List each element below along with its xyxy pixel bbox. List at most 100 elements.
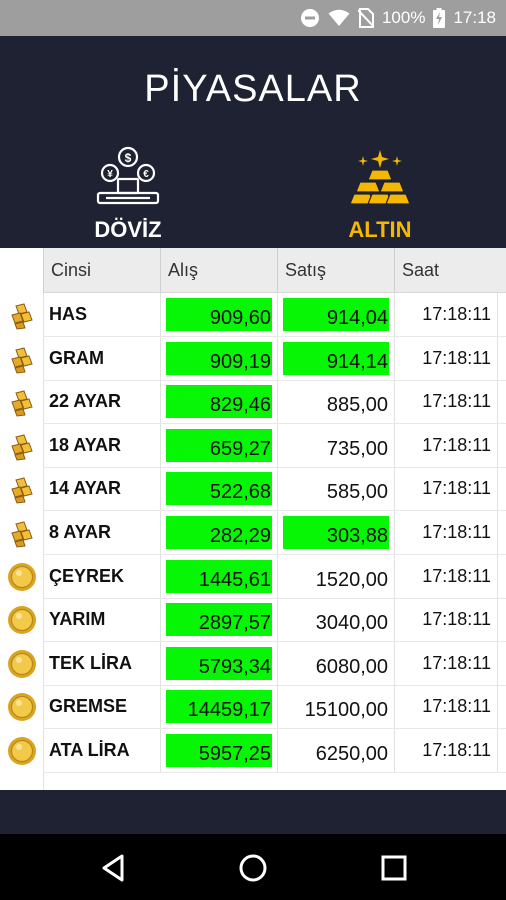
table-row[interactable]: 22 AYAR 829,46 885,00 17:18:11	[43, 380, 506, 424]
alis-value: 659,27	[166, 429, 272, 462]
satis-value: 6250,00	[315, 743, 388, 765]
saat-value: 17:18:11	[394, 467, 498, 510]
satis-value: 735,00	[326, 438, 388, 460]
alis-cell: 659,27	[160, 424, 277, 467]
gold-bar-icon	[7, 300, 37, 330]
row-name: YARIM	[49, 609, 106, 629]
table-row[interactable]: YARIM 2897,57 3040,00 17:18:11	[43, 598, 506, 642]
satis-cell: 3040,00	[277, 598, 394, 641]
saat-value: 17:18:11	[394, 729, 498, 772]
alis-value: 909,60	[166, 298, 272, 331]
row-name: 18 AYAR	[49, 435, 122, 455]
wifi-icon	[328, 9, 350, 27]
tab-doviz[interactable]: $ ¥ € DÖVİZ	[73, 146, 183, 243]
tab-doviz-label: DÖVİZ	[94, 217, 162, 242]
satis-value: 885,00	[326, 394, 388, 416]
battery-percent: 100%	[381, 8, 426, 27]
saat-value: 17:18:11	[394, 293, 498, 336]
row-name: ÇEYREK	[49, 566, 125, 586]
svg-text:$: $	[125, 151, 132, 165]
table-row[interactable]: 14 AYAR 522,68 585,00 17:18:11	[43, 467, 506, 511]
recents-icon[interactable]	[378, 852, 410, 884]
satis-cell: 15100,00	[277, 685, 394, 728]
saat-value: 17:18:11	[394, 685, 498, 728]
back-icon[interactable]	[98, 852, 130, 884]
row-name: HAS	[49, 304, 88, 324]
do-not-disturb-icon	[300, 8, 320, 28]
footer-strip	[0, 790, 506, 834]
saat-value: 17:18:11	[394, 380, 498, 423]
satis-cell: 585,00	[277, 467, 394, 510]
alis-cell: 522,68	[160, 467, 277, 510]
table-header: Cinsi Alış Satış Saat	[43, 248, 506, 293]
satis-cell: 1520,00	[277, 555, 394, 598]
saat-value: 17:18:11	[394, 511, 498, 554]
alis-value: 1445,61	[166, 560, 272, 593]
alis-cell: 5957,25	[160, 729, 277, 772]
column-header-satis: Satış	[277, 248, 394, 292]
satis-cell: 735,00	[277, 424, 394, 467]
row-name: 22 AYAR	[49, 391, 122, 411]
table-row[interactable]: GREMSE 14459,17 15100,00 17:18:11	[43, 685, 506, 729]
alis-cell: 14459,17	[160, 685, 277, 728]
tab-altin[interactable]: ALTIN	[325, 148, 435, 243]
gold-coin-icon	[7, 605, 37, 635]
column-header-saat: Saat	[394, 248, 506, 292]
no-sim-icon	[357, 8, 374, 28]
gold-bar-icon	[7, 387, 37, 417]
gold-coin-icon	[7, 692, 37, 722]
table-row[interactable]: HAS 909,60 914,04 17:18:11	[43, 293, 506, 337]
satis-value: 15100,00	[304, 699, 388, 721]
gold-coin-icon	[7, 736, 37, 766]
row-name: GRAM	[49, 348, 104, 368]
alis-value: 829,46	[166, 385, 272, 418]
alis-value: 282,29	[166, 516, 272, 549]
saat-value: 17:18:11	[394, 555, 498, 598]
column-header-alis: Alış	[160, 248, 277, 292]
satis-cell: 914,14	[277, 337, 394, 380]
satis-value: 303,88	[283, 516, 389, 549]
satis-value: 1520,00	[315, 569, 388, 591]
currency-exchange-icon: $ ¥ €	[73, 146, 183, 213]
page-title: PİYASALAR	[144, 68, 362, 110]
row-name: 8 AYAR	[49, 522, 112, 542]
app-header: PİYASALAR $ ¥ € DÖVİZ ALTIN	[0, 36, 506, 248]
status-icons: 100% 17:18	[300, 0, 496, 36]
navigation-bar	[0, 834, 506, 900]
price-table: Cinsi Alış Satış Saat HAS 909,60 914,04 17:…	[0, 248, 506, 790]
alis-value: 5793,34	[166, 647, 272, 680]
home-icon[interactable]	[237, 852, 269, 884]
alis-cell: 909,19	[160, 337, 277, 380]
gold-bar-icon	[7, 431, 37, 461]
table-row[interactable]: ATA LİRA 5957,25 6250,00 17:18:11	[43, 729, 506, 773]
alis-value: 909,19	[166, 342, 272, 375]
gold-bar-icon	[7, 344, 37, 374]
table-row[interactable]: 18 AYAR 659,27 735,00 17:18:11	[43, 424, 506, 468]
row-name: TEK LİRA	[49, 653, 132, 673]
column-header-cinsi: Cinsi	[43, 248, 160, 292]
saat-value: 17:18:11	[394, 424, 498, 467]
alis-cell: 2897,57	[160, 598, 277, 641]
table-row[interactable]: GRAM 909,19 914,14 17:18:11	[43, 337, 506, 381]
alis-cell: 909,60	[160, 293, 277, 336]
alis-value: 5957,25	[166, 734, 272, 767]
satis-value: 914,14	[283, 342, 389, 375]
saat-value: 17:18:11	[394, 642, 498, 685]
svg-text:€: €	[143, 169, 149, 180]
alis-cell: 829,46	[160, 380, 277, 423]
alis-cell: 282,29	[160, 511, 277, 554]
row-name: GREMSE	[49, 696, 128, 716]
alis-value: 14459,17	[166, 690, 272, 723]
table-row[interactable]: ÇEYREK 1445,61 1520,00 17:18:11	[43, 555, 506, 599]
table-row[interactable]: 8 AYAR 282,29 303,88 17:18:11	[43, 511, 506, 555]
satis-value: 3040,00	[315, 612, 388, 634]
satis-cell: 914,04	[277, 293, 394, 336]
satis-value: 585,00	[326, 481, 388, 503]
table-row[interactable]: TEK LİRA 5793,34 6080,00 17:18:11	[43, 642, 506, 686]
gold-bar-icon	[7, 518, 37, 548]
alis-value: 522,68	[166, 472, 272, 505]
alis-value: 2897,57	[166, 603, 272, 636]
gold-bars-icon	[325, 148, 435, 213]
saat-value: 17:18:11	[394, 598, 498, 641]
satis-cell: 303,88	[277, 511, 394, 554]
